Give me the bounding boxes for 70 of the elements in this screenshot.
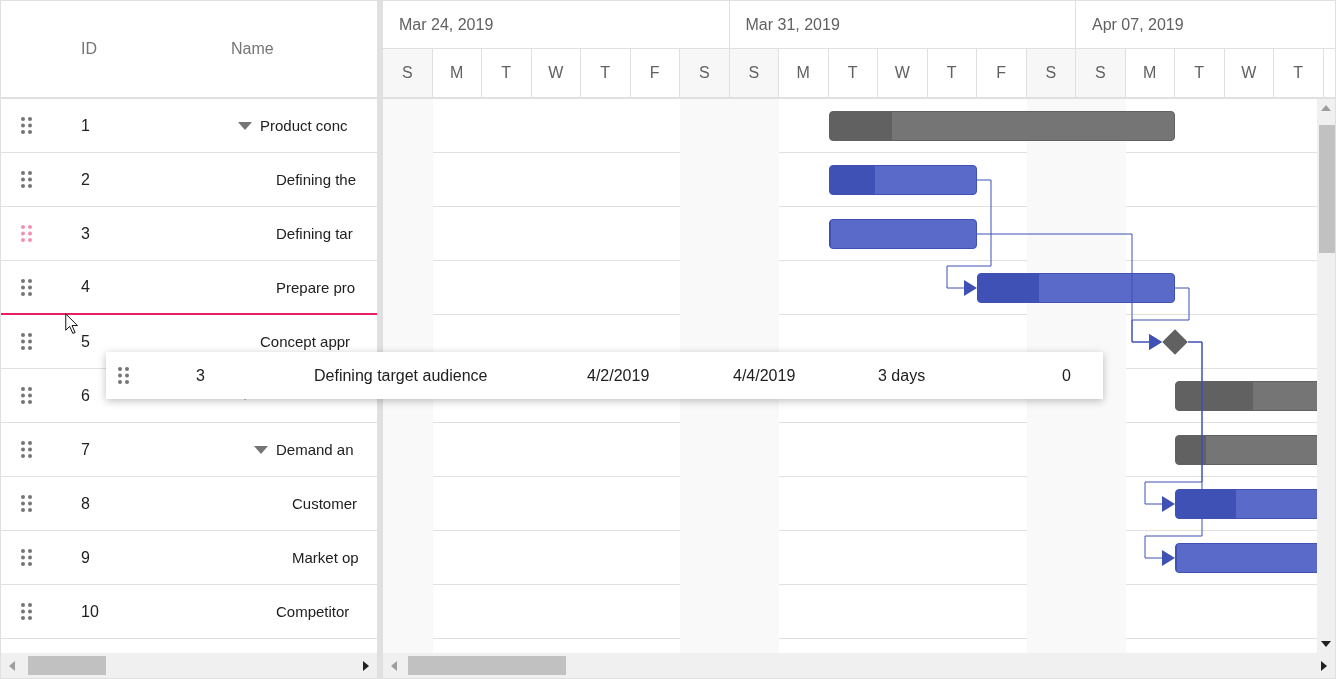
duration: 3 days [877,366,927,385]
day-header: S [1026,49,1076,97]
drag-handle-icon[interactable] [21,387,32,404]
scroll-right-icon[interactable] [1321,660,1327,671]
task-bar[interactable] [1175,489,1317,519]
drag-handle-icon[interactable] [21,333,32,350]
task-bar[interactable] [828,165,977,195]
column-header[interactable]: ID [56,40,216,58]
task-name: Defining target audience [313,366,489,385]
grid-row[interactable]: 1 Product conc [1,99,377,153]
drag-handle-icon[interactable] [21,495,32,512]
vertical-scrollbar[interactable] [1317,99,1335,653]
caret-icon[interactable] [254,445,268,454]
task-bar[interactable] [828,219,977,249]
id-cell-text: 8 [80,494,91,513]
horizontal-scrollbar[interactable] [383,653,1335,678]
day-header: S [729,49,779,97]
column-header[interactable]: Name [216,40,377,58]
drag-handle-icon[interactable] [21,225,32,242]
id-cell-text: 7 [80,440,91,459]
scroll-left-icon[interactable] [9,660,15,671]
id-cell-text: 10 [80,602,100,621]
day-header: S [1076,49,1126,97]
task-bar[interactable] [977,273,1175,303]
task-name: Market op [292,549,359,566]
week-header: Mar 24, 2019 [383,1,730,48]
task-name: Demand an [276,441,354,458]
id-cell-text: 4 [80,278,91,296]
id-cell-text: 5 [80,332,91,351]
day-header: S [680,49,730,97]
task-name: Defining the [276,171,357,188]
scroll-down-icon[interactable] [1321,641,1331,647]
day-header: S [383,49,433,97]
dragged-row-tooltip[interactable]: 3 Defining target audience 4/2/2019 4/4/2019 3 days 0 [106,352,1103,399]
week-header: Apr 07, 2019 [1076,1,1335,48]
scroll-left-icon[interactable] [391,660,397,671]
id-cell-text: 9 [80,548,91,567]
drag-handle-icon[interactable] [21,549,32,566]
task-name: Defining tar [276,225,353,242]
scroll-right-icon[interactable] [363,660,369,671]
scroll-thumb[interactable] [28,656,106,675]
drag-handle-icon[interactable] [118,367,129,384]
scroll-up-icon[interactable] [1321,105,1331,111]
id-cell-text: 3 [195,366,206,385]
id-cell-text: 3 [80,224,91,243]
horizontal-scrollbar[interactable] [1,653,377,678]
drag-handle-icon[interactable] [21,171,32,188]
task-name: Concept appr [260,333,351,350]
start-date: 4/2/2019 [586,366,651,385]
scroll-thumb[interactable] [408,656,566,675]
task-name: Customer [292,495,358,512]
drag-handle-icon[interactable] [21,278,32,296]
drag-handle-icon[interactable] [21,603,32,620]
id-cell-text: 2 [80,170,91,189]
task-name: Competitor [276,603,350,620]
drag-handle-icon[interactable] [21,117,32,134]
mouse-pointer-icon [65,313,79,335]
grid-row[interactable]: 7 Demand an [1,423,377,477]
week-header: Mar 31, 2019 [729,1,1076,48]
progress-value: 0 [1061,366,1072,385]
task-name: Product conc [260,117,348,134]
summary-bar[interactable] [828,111,1175,141]
end-date: 4/4/2019 [732,366,797,385]
task-bar[interactable] [1175,543,1317,573]
id-cell-text: 1 [80,116,91,135]
caret-icon[interactable] [238,121,252,130]
task-name: Prepare pro [276,278,356,296]
id-cell-text: 6 [80,386,91,405]
drag-handle-icon[interactable] [21,441,32,458]
scroll-thumb[interactable] [1319,125,1335,253]
